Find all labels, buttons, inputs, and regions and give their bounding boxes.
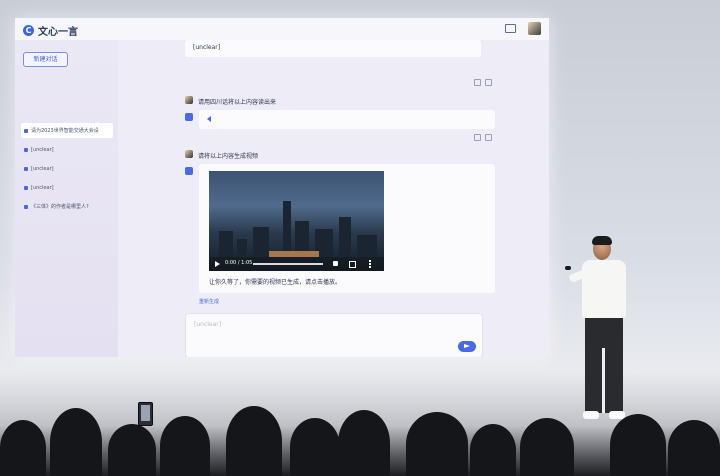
audience-head <box>520 418 574 476</box>
audience-head <box>226 406 282 476</box>
audio-message[interactable] <box>199 110 495 129</box>
chat-icon <box>24 166 28 171</box>
clicker <box>565 266 571 270</box>
video-caption: 让你久等了，你需要的视频已生成，请点击播放。 <box>209 279 342 286</box>
bot-message: [unclear] <box>185 40 481 57</box>
chat-icon <box>24 185 28 190</box>
bot-message-text: [unclear] <box>193 44 221 51</box>
thumb-up-icon[interactable] <box>474 134 481 141</box>
shoe <box>583 411 599 419</box>
fullscreen-icon[interactable] <box>349 261 356 268</box>
bot-avatar <box>185 167 193 175</box>
history-item[interactable]: 请为2023世界智能交通大会设 <box>21 123 113 138</box>
audience-phone <box>138 402 153 426</box>
history-item-label: [unclear] <box>31 184 54 191</box>
thumb-up-icon[interactable] <box>474 79 481 86</box>
top-bar: C 文心一言 <box>15 18 549 40</box>
audience-head <box>108 424 156 476</box>
projected-screen: C 文心一言 新建对话 请为2023世界智能交通大会设 [unclear] [u… <box>15 18 549 357</box>
history-item[interactable]: [unclear] <box>21 161 113 176</box>
video-message: 0:00 / 1:05 让你久等了，你需要的视频已生成，请点击播放。 <box>199 164 495 293</box>
thumb-down-icon[interactable] <box>485 79 492 86</box>
history-item[interactable]: [unclear] <box>21 180 113 195</box>
chat-icon <box>24 204 28 209</box>
chat-main: [unclear] 请用四川话将以上内容读出来 请将以上内容生成视频 0:00 … <box>118 40 549 357</box>
history-item-label: [unclear] <box>31 165 54 172</box>
play-icon[interactable] <box>215 261 220 267</box>
send-icon <box>464 344 470 348</box>
history-item-label: 《三体》的作者是哪里人? <box>31 204 89 210</box>
presenter-shirt <box>582 260 626 318</box>
audience-head <box>470 424 516 476</box>
history-item-label: 请为2023世界智能交通大会设 <box>31 128 99 134</box>
app-logo[interactable]: C 文心一言 <box>23 23 78 38</box>
regenerate-link[interactable]: 重新生成 <box>199 298 219 305</box>
chat-icon <box>24 147 28 152</box>
history-list: 请为2023世界智能交通大会设 [unclear] [unclear] [unc… <box>21 123 113 218</box>
user-avatar-small <box>185 150 193 158</box>
mail-icon[interactable] <box>505 24 516 33</box>
video-time: 0:00 / 1:05 <box>225 260 253 266</box>
message-input[interactable]: [unclear] <box>185 313 483 357</box>
chat-icon <box>24 128 28 133</box>
send-button[interactable] <box>458 341 476 352</box>
speaker-icon[interactable] <box>207 116 211 122</box>
input-placeholder: [unclear] <box>194 321 222 328</box>
volume-icon[interactable] <box>333 261 338 266</box>
user-avatar[interactable] <box>528 22 541 35</box>
history-item-label: [unclear] <box>31 146 54 153</box>
logo-icon: C <box>23 25 34 36</box>
video-progress-bar[interactable] <box>253 263 323 265</box>
audience-head <box>290 418 340 476</box>
sidebar: 新建对话 请为2023世界智能交通大会设 [unclear] [unclear]… <box>15 40 118 357</box>
audience-head <box>50 408 102 476</box>
history-item[interactable]: 《三体》的作者是哪里人? <box>21 199 113 214</box>
new-chat-button[interactable]: 新建对话 <box>23 52 68 67</box>
audience-head <box>160 416 210 476</box>
app-name: 文心一言 <box>38 27 78 38</box>
history-item[interactable]: [unclear] <box>21 142 113 157</box>
user-message-text: 请将以上内容生成视频 <box>198 153 259 160</box>
user-avatar-small <box>185 96 193 104</box>
audience-head <box>338 410 390 476</box>
video-player[interactable]: 0:00 / 1:05 <box>209 171 384 271</box>
more-options-icon[interactable] <box>369 260 371 268</box>
audience-head <box>0 420 46 476</box>
audience-head <box>406 412 468 476</box>
bot-avatar <box>185 113 193 121</box>
user-message-text: 请用四川话将以上内容读出来 <box>198 99 277 106</box>
video-controls: 0:00 / 1:05 <box>209 257 384 271</box>
presenter <box>565 236 645 438</box>
audience-head <box>668 420 720 476</box>
thumb-down-icon[interactable] <box>485 134 492 141</box>
top-right-area <box>505 22 541 35</box>
audience-head <box>610 414 666 476</box>
